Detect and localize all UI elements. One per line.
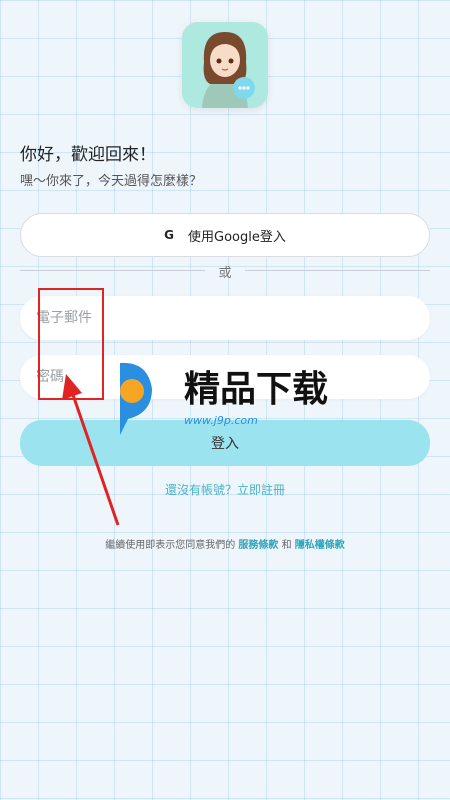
google-login-button[interactable]: G 使用Google登入: [20, 213, 430, 257]
watermark-logo-dot: [120, 379, 144, 403]
terms-prefix: 繼續使用即表示您同意我們的: [105, 540, 239, 551]
divider-text: 或: [218, 266, 232, 281]
watermark-brand: 精品下载: [184, 369, 328, 410]
watermark-url: www.j9p.com: [184, 414, 258, 427]
annotation-highlight-box: [38, 288, 104, 400]
divider-line-right: [245, 270, 430, 271]
terms-middle: 和: [278, 540, 295, 551]
greeting-subtitle: 嘿～你來了，今天過得怎麼樣？: [20, 174, 203, 189]
privacy-policy-link[interactable]: 隱私權條款: [295, 540, 345, 551]
greeting-title: 你好，歡迎回來！: [20, 145, 156, 165]
watermark: 精品下载 www.j9p.com: [120, 362, 328, 435]
terms-notice: 繼續使用即表示您同意我們的 服務條款 和 隱私權條款: [0, 536, 450, 551]
app-logo-avatar: [182, 22, 268, 108]
google-login-label: 使用Google登入: [188, 229, 286, 245]
signup-link[interactable]: 還沒有帳號？立即註冊: [0, 481, 450, 498]
or-divider: 或: [20, 262, 430, 281]
google-icon: G: [164, 228, 174, 242]
terms-of-service-link[interactable]: 服務條款: [238, 540, 278, 551]
